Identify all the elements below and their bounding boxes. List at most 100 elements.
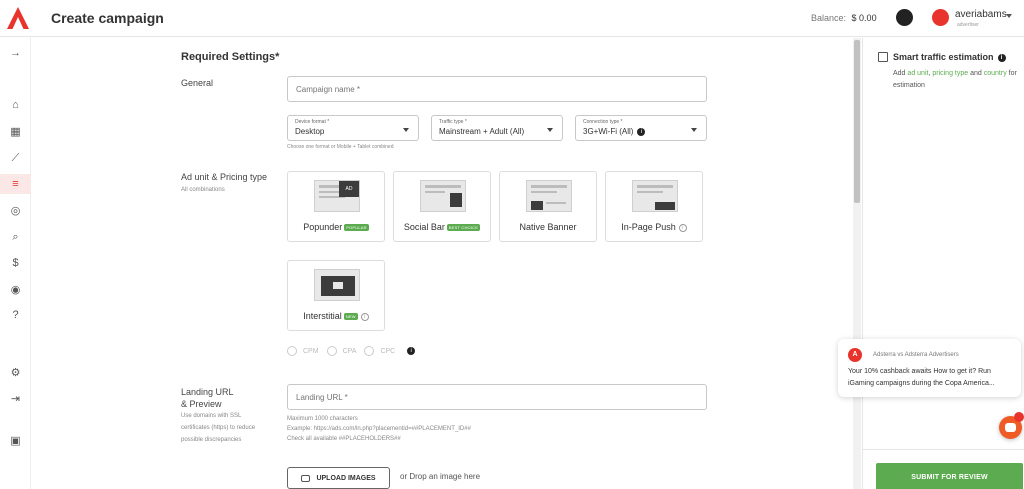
camera-icon: [301, 474, 311, 482]
ad-unit-name: Social Bar: [403, 222, 445, 232]
connection-type-value: 3G+Wi-Fi (All) i: [583, 127, 646, 136]
ad-unit-link[interactable]: ad unit: [907, 70, 928, 77]
estimation-description: Add ad unit, pricing type and country fo…: [893, 70, 1017, 89]
info-icon[interactable]: i: [407, 347, 416, 355]
pricing-label: CPA: [342, 347, 357, 355]
campaign-name-input[interactable]: [287, 76, 707, 102]
traffic-type-label: Traffic type *: [439, 119, 467, 125]
sidebar: → ⌂ ▦ ⟋ ≡ ◎ ⌕ $ ◉ ? ⚙ ⇥ ▣: [0, 37, 31, 489]
landing-label-line-1: Landing URL: [181, 387, 234, 397]
chat-message: Your 10% cashback awaits How to get it? …: [848, 368, 995, 387]
native-banner-thumbnail-icon: [526, 180, 572, 212]
pricing-radio-cpa[interactable]: CPA: [326, 346, 357, 356]
estimation-icon: [878, 52, 888, 62]
campaign-form: Required Settings* General Device format…: [31, 37, 851, 489]
landing-sub-label: Use domains with SSL certificates (https…: [181, 413, 256, 443]
top-bar: Create campaign Balance: $ 0.00 averiaba…: [0, 0, 1024, 37]
general-label: General: [181, 78, 214, 88]
ad-unit-card-native-banner[interactable]: Native Banner: [499, 171, 597, 242]
landing-label-line-2: & Preview: [181, 399, 222, 409]
estimation-title: Smart traffic estimation i: [893, 52, 1006, 62]
desc-and: and: [970, 70, 982, 77]
ad-unit-name: In-Page Push: [621, 222, 676, 232]
ad-unit-card-label: Popunder POPULAR: [288, 222, 384, 232]
balance-value: $ 0.00: [851, 13, 877, 23]
expand-sidebar-icon[interactable]: →: [0, 43, 31, 63]
info-icon[interactable]: i: [360, 312, 369, 321]
explore-icon[interactable]: ◎: [0, 200, 31, 220]
pricing-radio-cpm[interactable]: CPM: [287, 346, 319, 356]
connection-type-text: 3G+Wi-Fi (All): [583, 127, 634, 136]
info-icon[interactable]: i: [637, 127, 646, 136]
landing-url-input[interactable]: [287, 384, 707, 410]
username[interactable]: averiabams: [955, 9, 1007, 20]
device-format-label: Device format *: [295, 119, 330, 125]
popunder-ad-tag: AD: [339, 181, 359, 197]
help-icon[interactable]: ?: [0, 305, 31, 325]
dashboard-icon[interactable]: ▦: [0, 121, 31, 141]
interstitial-thumbnail-icon: [314, 269, 360, 301]
info-icon[interactable]: i: [997, 53, 1006, 62]
ad-unit-card-in-page-push[interactable]: In-Page Push i: [605, 171, 703, 242]
avatar[interactable]: [932, 9, 949, 26]
ad-unit-sub-label: All combinations: [181, 187, 225, 193]
app-root: Create campaign Balance: $ 0.00 averiaba…: [0, 0, 1024, 489]
ad-unit-card-label: Native Banner: [519, 222, 577, 232]
traffic-type-select[interactable]: Traffic type * Mainstream + Adult (All): [431, 115, 563, 141]
social-bar-thumbnail-icon: [420, 180, 466, 212]
scrollbar-thumb[interactable]: [854, 40, 860, 203]
connection-type-label: Connection type *: [583, 119, 623, 125]
radio-circle[interactable]: [287, 346, 297, 356]
ad-unit-name: Popunder: [303, 222, 343, 232]
balance-label: Balance:: [811, 13, 847, 23]
pricing-type-link[interactable]: pricing type: [932, 70, 968, 77]
radio-circle[interactable]: [364, 346, 375, 356]
ad-unit-card-social-bar[interactable]: Social Bar BEST CHOICE: [393, 171, 491, 242]
popular-badge: POPULAR: [344, 224, 369, 232]
chat-avatar: A: [848, 348, 862, 362]
logout-icon[interactable]: ⇥: [0, 388, 31, 408]
adsterra-logo-icon[interactable]: [6, 6, 30, 30]
pricing-label: CPC: [380, 347, 396, 355]
drop-image-text: or Drop an image here: [400, 472, 481, 481]
popunder-thumbnail-icon: AD: [314, 180, 360, 212]
referral-icon[interactable]: ◉: [0, 279, 31, 299]
pricing-radio-cpc[interactable]: CPC: [364, 346, 395, 356]
ad-unit-card-interstitial[interactable]: Interstitial NEW i: [287, 260, 385, 331]
new-badge: NEW: [343, 313, 358, 321]
search-icon[interactable]: ⌕: [0, 227, 31, 247]
chat-notification-dot: [1014, 412, 1024, 422]
landing-hint-placeholders[interactable]: Check all available ##PLACEHOLDERS##: [287, 435, 401, 444]
chat-sender: Adsterra vs Adsterra Advertisers: [873, 352, 959, 358]
device-format-select[interactable]: Device format * Desktop: [287, 115, 419, 141]
chevron-down-icon[interactable]: [1006, 14, 1012, 18]
radio-circle[interactable]: [326, 346, 337, 356]
pricing-type-group: CPM CPA CPC i: [287, 346, 416, 356]
upload-images-button[interactable]: UPLOAD IMAGES: [287, 467, 390, 489]
user-role: advertiser: [957, 22, 979, 28]
campaigns-icon[interactable]: ≡: [0, 174, 31, 194]
device-hint: Choose one format or Mobile + Tablet com…: [287, 144, 394, 150]
ad-unit-card-popunder[interactable]: AD Popunder POPULAR: [287, 171, 385, 242]
finance-icon[interactable]: $: [0, 253, 31, 273]
academy-icon[interactable]: ⌂: [0, 95, 31, 115]
upload-images-label: UPLOAD IMAGES: [316, 474, 376, 482]
connection-type-select[interactable]: Connection type * 3G+Wi-Fi (All) i: [575, 115, 707, 141]
balance: Balance: $ 0.00: [811, 13, 877, 23]
notification-bell-icon[interactable]: [896, 9, 913, 26]
settings-icon[interactable]: ⚙: [0, 362, 31, 382]
device-format-value: Desktop: [295, 127, 325, 136]
chat-popup[interactable]: A Adsterra vs Adsterra Advertisers Your …: [838, 339, 1021, 397]
ad-unit-card-label: Social Bar BEST CHOICE: [394, 222, 490, 232]
in-page-push-thumbnail-icon: [632, 180, 678, 212]
statistics-icon[interactable]: ⟋: [0, 148, 31, 168]
desc-add: Add: [893, 70, 906, 77]
estimation-title-text: Smart traffic estimation: [893, 52, 994, 62]
info-icon[interactable]: i: [678, 223, 687, 232]
ad-unit-card-label: In-Page Push i: [606, 222, 702, 232]
country-link[interactable]: country: [984, 70, 1007, 77]
section-title: Required Settings*: [181, 51, 280, 63]
wallet-icon[interactable]: ▣: [0, 430, 31, 450]
submit-for-review-button[interactable]: SUBMIT FOR REVIEW: [876, 463, 1023, 489]
chat-bubble-icon: [1005, 423, 1016, 432]
